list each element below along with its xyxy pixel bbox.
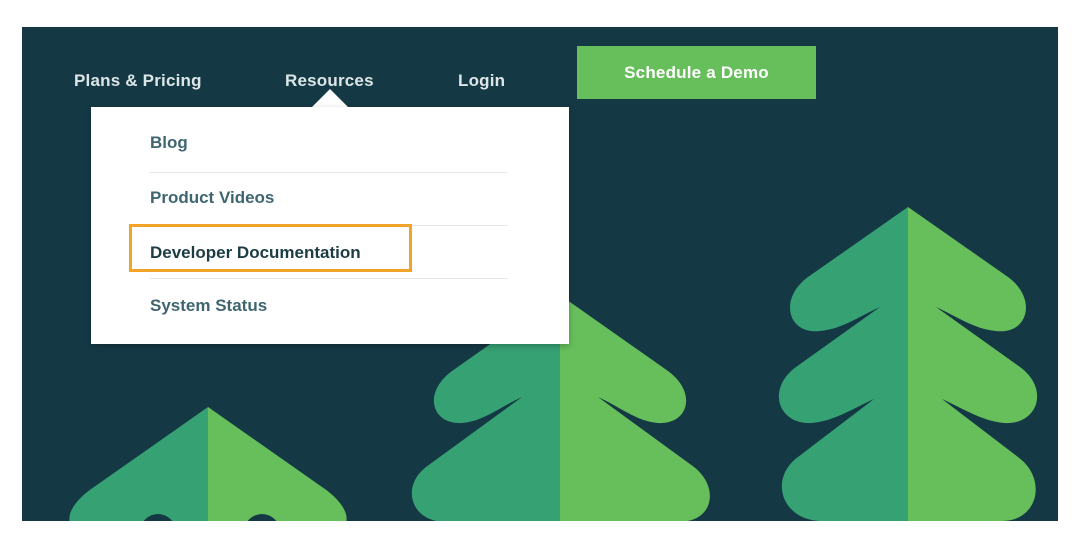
menu-item-label: Product Videos	[150, 188, 275, 207]
resources-dropdown-menu: Blog Product Videos Developer Documentat…	[91, 107, 569, 344]
tree-right	[778, 207, 1038, 521]
menu-item-blog[interactable]: Blog	[150, 119, 508, 173]
menu-item-product-videos[interactable]: Product Videos	[150, 172, 508, 226]
menu-item-label: System Status	[150, 296, 268, 315]
nav-plans-pricing[interactable]: Plans & Pricing	[74, 71, 202, 91]
highlight-outline	[129, 224, 412, 272]
hero-banner: Plans & Pricing Resources Login Schedule…	[22, 27, 1058, 521]
nav-login[interactable]: Login	[458, 71, 505, 91]
menu-item-label: Blog	[150, 133, 188, 152]
tree-left	[69, 407, 347, 521]
menu-item-system-status[interactable]: System Status	[150, 279, 508, 332]
dropdown-caret	[312, 89, 348, 107]
nav-resources[interactable]: Resources	[285, 71, 374, 91]
schedule-demo-button[interactable]: Schedule a Demo	[577, 46, 816, 99]
